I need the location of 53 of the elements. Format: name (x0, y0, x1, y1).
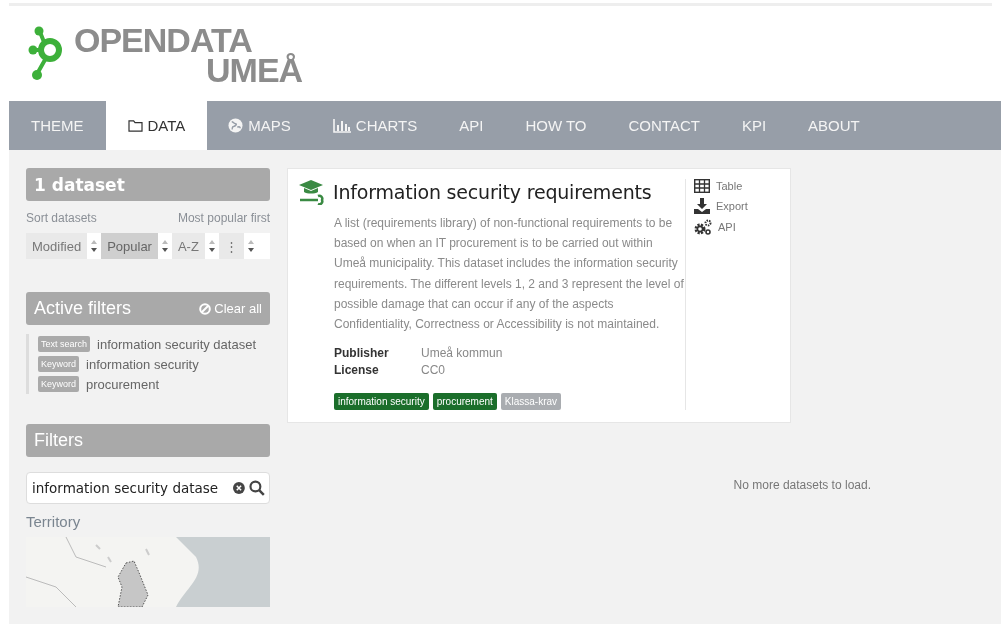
filter-value: procurement (86, 376, 159, 392)
filter-type-badge: Keyword (38, 376, 79, 392)
ban-icon (199, 302, 212, 315)
meta-label: License (334, 363, 380, 378)
meta-label: Publisher (334, 346, 390, 361)
filter-type-badge: Text search (38, 336, 91, 352)
dataset-description: A list (requirements library) of non-functional requirements to be based on when an IT procurement is to be carried out within Umeå municipality. This dataset includes the information security requirements. The different levels 1, 2 and 3 represent the level of possible damage that can occur if any of the aspects Confidentiality, Correctness or Accessibility is not maintained. (334, 215, 685, 333)
sort-label: Sort datasets (26, 211, 97, 225)
status-message: No more datasets to load. (733, 478, 871, 493)
territory-label: Territory (26, 513, 82, 530)
search-icon (249, 480, 265, 496)
meta-value: CC0 (421, 363, 446, 378)
nav-tab[interactable]: DATA (105, 101, 208, 150)
sort-button[interactable]: A-Z (171, 233, 205, 259)
bar-chart-icon (332, 118, 351, 133)
nav-tab[interactable]: API (438, 101, 505, 150)
result-count-header: 1 dataset (26, 168, 270, 201)
panel-title: Active filters (34, 298, 132, 319)
nav-tab[interactable]: KPI (720, 101, 788, 150)
keyword-tag[interactable]: procurement (432, 393, 497, 411)
filter-value: information security (86, 356, 199, 372)
clear-all-link[interactable]: Clear all (199, 301, 262, 316)
dataset-title[interactable]: Information security requirements (333, 181, 652, 203)
sort-button[interactable]: Modified (26, 233, 88, 259)
clear-icon (233, 482, 246, 494)
search-field[interactable]: information security datase (26, 472, 270, 504)
download-icon (694, 198, 710, 214)
graduation-cap-wrench-icon (298, 179, 324, 205)
sort-arrows-icon (246, 239, 255, 253)
action-link[interactable]: API (694, 219, 748, 235)
panel-title: Filters (34, 430, 83, 451)
folder-icon (127, 119, 143, 132)
nav-tab[interactable]: CONTACT (607, 101, 721, 150)
action-link[interactable]: Export (694, 198, 748, 214)
filter-type-badge: Keyword (38, 356, 79, 372)
meta-value: Umeå kommun (421, 346, 504, 361)
filter-value: information security dataset (97, 336, 256, 352)
action-link[interactable]: Table (694, 179, 748, 193)
nav-tab[interactable]: THEME (9, 101, 106, 150)
keyword-tag[interactable]: Klassa-krav (500, 393, 562, 411)
sort-arrows-icon (207, 239, 216, 253)
sort-button[interactable]: ⋮ (218, 233, 244, 259)
nav-tab[interactable]: CHARTS (311, 101, 439, 150)
sort-button[interactable]: Popular (101, 233, 158, 259)
table-icon (694, 179, 710, 193)
sort-arrows-icon (90, 239, 99, 253)
nav-tab[interactable]: HOW TO (504, 101, 608, 150)
nav-tab[interactable]: MAPS (207, 101, 312, 150)
keyword-tag[interactable]: information security (334, 393, 429, 411)
gears-icon (694, 219, 712, 235)
sort-value: Most popular first (177, 211, 270, 225)
sort-arrows-icon (160, 239, 169, 253)
nav-tab[interactable]: ABOUT (787, 101, 881, 150)
